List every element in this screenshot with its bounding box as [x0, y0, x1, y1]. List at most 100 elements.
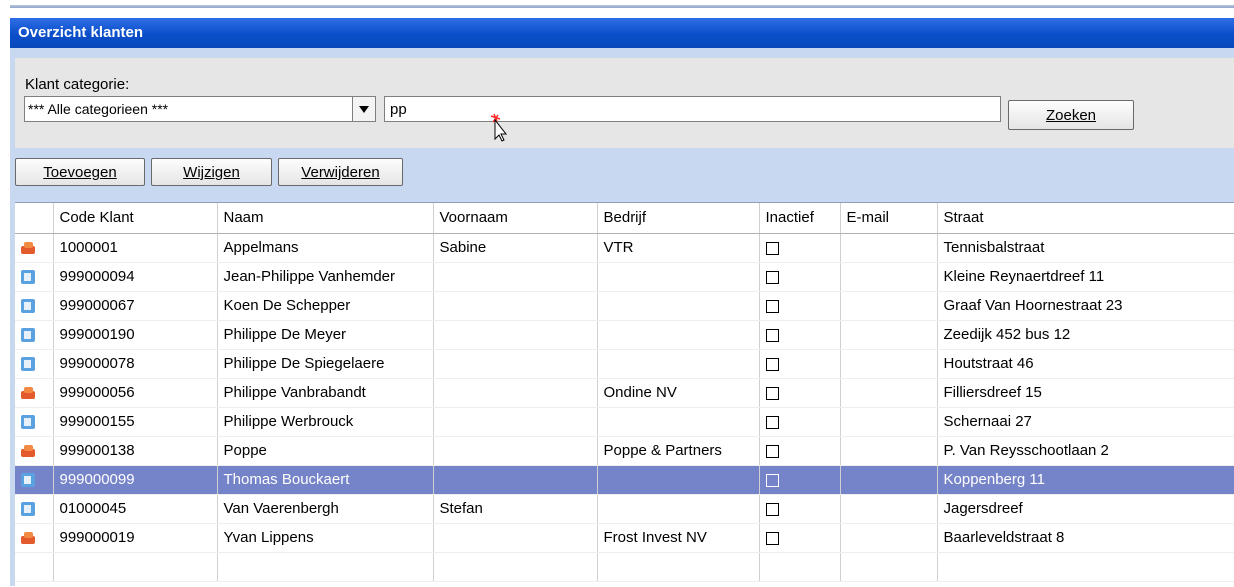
cell-email[interactable] — [840, 349, 938, 379]
inactive-cell[interactable] — [759, 436, 841, 466]
table-row[interactable]: 999000155 Philippe Werbrouck Schernaai 27 — [15, 407, 1234, 437]
cell-email[interactable] — [840, 494, 938, 524]
inactive-checkbox[interactable] — [765, 241, 779, 255]
cell-bedrijf[interactable]: Frost Invest NV — [597, 523, 760, 553]
cell-straat[interactable]: Kleine Reynaertdreef 11 — [937, 262, 1234, 292]
table-row[interactable]: 999000190 Philippe De Meyer Zeedijk 452 bu… — [15, 320, 1234, 350]
cell-bedrijf[interactable] — [597, 407, 760, 437]
table-row[interactable]: 999000138 Poppe Poppe & Partners P. Van Rey… — [15, 436, 1234, 466]
inactive-cell[interactable] — [759, 494, 841, 524]
inactive-cell[interactable] — [759, 378, 841, 408]
category-dropdown[interactable]: *** Alle categorieen *** — [24, 96, 376, 122]
cell-naam[interactable]: Philippe De Spiegelaere — [217, 349, 434, 379]
cell-naam[interactable]: Appelmans — [217, 233, 434, 263]
cell-bedrijf[interactable] — [597, 291, 760, 321]
cell-code[interactable]: 999000078 — [53, 349, 218, 379]
cell-straat[interactable]: P. Van Reysschootlaan 2 — [937, 436, 1234, 466]
table-row[interactable]: 999000094 Jean-Philippe Vanhemder Kleine R… — [15, 262, 1234, 292]
inactive-cell[interactable] — [759, 523, 841, 553]
cell-email[interactable] — [840, 291, 938, 321]
inactive-cell[interactable] — [759, 349, 841, 379]
column-header[interactable] — [15, 203, 54, 234]
cell-naam[interactable]: Jean-Philippe Vanhemder — [217, 262, 434, 292]
column-header[interactable]: Inactief — [759, 203, 841, 234]
search-button[interactable]: Zoeken — [1008, 100, 1134, 130]
inactive-checkbox[interactable] — [765, 531, 779, 545]
cell-naam[interactable]: Yvan Lippens — [217, 523, 434, 553]
cell-voornaam[interactable] — [433, 262, 598, 292]
cell-voornaam[interactable] — [433, 465, 598, 495]
cell-straat[interactable]: Koppenberg 11 — [937, 465, 1234, 495]
cell-code[interactable]: 999000190 — [53, 320, 218, 350]
cell-code[interactable]: 999000138 — [53, 436, 218, 466]
cell-email[interactable] — [840, 262, 938, 292]
delete-button[interactable]: Verwijderen — [278, 158, 403, 186]
inactive-checkbox[interactable] — [765, 299, 779, 313]
cell-voornaam[interactable] — [433, 407, 598, 437]
cell-straat[interactable]: Schernaai 27 — [937, 407, 1234, 437]
search-input[interactable] — [384, 96, 1001, 122]
cell-voornaam[interactable] — [433, 523, 598, 553]
table-row[interactable]: 999000056 Philippe Vanbrabandt Ondine NV Fi… — [15, 378, 1234, 408]
inactive-checkbox[interactable] — [765, 415, 779, 429]
inactive-checkbox[interactable] — [765, 328, 779, 342]
cell-email[interactable] — [840, 523, 938, 553]
column-header[interactable]: Code Klant — [53, 203, 218, 234]
cell-straat[interactable]: Graaf Van Hoornestraat 23 — [937, 291, 1234, 321]
table-row[interactable]: 01000045 Van Vaerenbergh Stefan Jagersdreef — [15, 494, 1234, 524]
cell-bedrijf[interactable] — [597, 465, 760, 495]
cell-voornaam[interactable]: Stefan — [433, 494, 598, 524]
cell-bedrijf[interactable] — [597, 262, 760, 292]
cell-bedrijf[interactable] — [597, 320, 760, 350]
cell-code[interactable]: 1000001 — [53, 233, 218, 263]
cell-naam[interactable]: Koen De Schepper — [217, 291, 434, 321]
cell-voornaam[interactable]: Sabine — [433, 233, 598, 263]
cell-code[interactable]: 01000045 — [53, 494, 218, 524]
cell-voornaam[interactable] — [433, 436, 598, 466]
cell-naam[interactable]: Philippe De Meyer — [217, 320, 434, 350]
table-row[interactable]: 999000019 Yvan Lippens Frost Invest NV Baar… — [15, 523, 1234, 553]
inactive-checkbox[interactable] — [765, 357, 779, 371]
cell-voornaam[interactable] — [433, 291, 598, 321]
cell-code[interactable]: 999000155 — [53, 407, 218, 437]
cell-straat[interactable]: Zeedijk 452 bus 12 — [937, 320, 1234, 350]
cell-naam[interactable]: Thomas Bouckaert — [217, 465, 434, 495]
cell-code[interactable]: 999000056 — [53, 378, 218, 408]
column-header[interactable]: Straat — [937, 203, 1234, 234]
inactive-cell[interactable] — [759, 291, 841, 321]
table-row[interactable]: 1000001 Appelmans Sabine VTR Tennisbalstraat — [15, 233, 1234, 263]
cell-straat[interactable]: Baarleveldstraat 8 — [937, 523, 1234, 553]
cell-straat[interactable]: Filliersdreef 15 — [937, 378, 1234, 408]
cell-naam[interactable]: Philippe Vanbrabandt — [217, 378, 434, 408]
cell-code[interactable]: 999000019 — [53, 523, 218, 553]
inactive-cell[interactable] — [759, 320, 841, 350]
cell-email[interactable] — [840, 407, 938, 437]
inactive-checkbox[interactable] — [765, 270, 779, 284]
cell-bedrijf[interactable] — [597, 349, 760, 379]
table-row[interactable]: 999000099 Thomas Bouckaert Koppenberg 11 — [15, 465, 1234, 495]
cell-bedrijf[interactable]: Ondine NV — [597, 378, 760, 408]
cell-email[interactable] — [840, 320, 938, 350]
cell-email[interactable] — [840, 436, 938, 466]
chevron-down-icon[interactable] — [352, 97, 375, 121]
inactive-cell[interactable] — [759, 262, 841, 292]
edit-button[interactable]: Wijzigen — [151, 158, 272, 186]
cell-bedrijf[interactable]: Poppe & Partners — [597, 436, 760, 466]
cell-code[interactable]: 999000099 — [53, 465, 218, 495]
cell-naam[interactable]: Van Vaerenbergh — [217, 494, 434, 524]
column-header[interactable]: Voornaam — [433, 203, 598, 234]
column-header[interactable]: E-mail — [840, 203, 938, 234]
cell-straat[interactable]: Tennisbalstraat — [937, 233, 1234, 263]
cell-code[interactable]: 999000067 — [53, 291, 218, 321]
column-header[interactable]: Bedrijf — [597, 203, 760, 234]
column-header[interactable]: Naam — [217, 203, 434, 234]
inactive-checkbox[interactable] — [765, 444, 779, 458]
cell-bedrijf[interactable] — [597, 494, 760, 524]
cell-voornaam[interactable] — [433, 320, 598, 350]
cell-email[interactable] — [840, 465, 938, 495]
cell-email[interactable] — [840, 233, 938, 263]
inactive-checkbox[interactable] — [765, 386, 779, 400]
add-button[interactable]: Toevoegen — [15, 158, 145, 186]
cell-naam[interactable]: Poppe — [217, 436, 434, 466]
inactive-checkbox[interactable] — [765, 502, 779, 516]
